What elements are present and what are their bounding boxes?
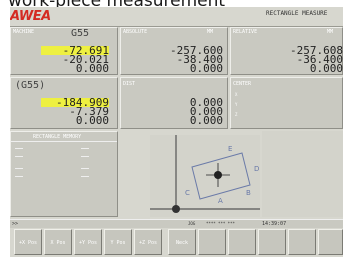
relative-position-panel: RELATIVE MM -257.608 -36.400 0.000 (230, 27, 343, 75)
rectangle-memory-panel: RECTANGLE MEMORY (10, 131, 118, 217)
absolute-unit: MM (207, 29, 214, 35)
awea-logo: AWEA (10, 9, 51, 24)
center-axis-x: X (235, 92, 238, 97)
memory-slot-7[interactable] (81, 168, 89, 169)
memory-panel-title: RECTANGLE MEMORY (33, 134, 82, 140)
memory-slot-4[interactable] (15, 176, 23, 177)
softkey-7[interactable] (198, 229, 226, 255)
machine-z-value: 0.000 (75, 62, 109, 75)
rectangle-diagram-graphic: E D C A B (150, 135, 260, 213)
softkey-10[interactable] (288, 229, 316, 255)
dist-panel-title: DIST (123, 81, 136, 87)
g55-offset-panel: (G55) -184.909 -7.379 0.000 (10, 77, 118, 129)
absolute-position-panel: ABSOLUTE MM -257.600 -38.400 0.000 (120, 27, 228, 75)
g55-z-value: 0.000 (75, 114, 109, 127)
absolute-panel-title: ABSOLUTE (123, 29, 148, 35)
softkey-1[interactable]: +X Pos (14, 229, 42, 255)
relative-panel-title: RELATIVE (233, 29, 258, 35)
center-axis-z: Z (235, 112, 238, 117)
machine-position-panel: MACHINE G55 -72.691 -20.021 0.000 (10, 27, 118, 75)
work-coord-label: G55 (71, 28, 90, 39)
clock: 14:39:07 (262, 221, 287, 227)
softkey-8[interactable] (228, 229, 256, 255)
relative-unit: MM (327, 29, 334, 35)
rectangle-diagram: E D C A B (150, 135, 260, 217)
g55-label: (G55) (15, 80, 46, 91)
diagram-label-a: A (218, 197, 223, 205)
memory-slot-6[interactable] (81, 156, 89, 157)
diagram-side-area (262, 131, 343, 217)
softkey-9[interactable] (258, 229, 286, 255)
softkey-11[interactable] (318, 229, 343, 255)
absolute-z-value: 0.000 (189, 62, 223, 75)
center-panel-title: CENTER (233, 81, 252, 87)
diagram-label-d: D (254, 165, 259, 173)
softkey-4[interactable]: Y Pos (104, 229, 132, 255)
status-bar: >> JOG **** *** *** 14:39:07 (10, 219, 343, 228)
softkey-2[interactable]: X Pos (44, 229, 72, 255)
cnc-screen: AWEA RECTANGLE MEASURE MACHINE G55 -72.6… (10, 7, 343, 257)
command-prompt[interactable]: >> (12, 221, 18, 227)
memory-slot-5[interactable] (81, 148, 89, 149)
center-axis-y: Y (235, 102, 238, 107)
relative-z-value: 0.000 (309, 62, 343, 75)
softkey-5[interactable]: +Z Pos (134, 229, 162, 255)
memory-slot-8[interactable] (81, 176, 89, 177)
diagram-label-c: C (185, 189, 190, 197)
diagram-label-e: E (228, 145, 232, 153)
memory-slot-3[interactable] (15, 168, 23, 169)
softkey-6[interactable]: Neck (168, 229, 196, 255)
memory-divider (11, 141, 117, 142)
memory-slot-2[interactable] (15, 156, 23, 157)
machine-panel-title: MACHINE (13, 29, 35, 35)
distance-panel: DIST 0.000 0.000 0.000 (120, 77, 228, 129)
softkey-3[interactable]: +Y Pos (74, 229, 102, 255)
diagram-label-b: B (246, 189, 251, 197)
memory-slot-1[interactable] (15, 148, 23, 149)
app-title: RECTANGLE MEASURE (266, 10, 328, 17)
center-panel: CENTER X Y Z (230, 77, 343, 129)
state-indicator: **** *** *** (206, 221, 235, 226)
mode-indicator: JOG (188, 221, 196, 226)
dist-z-value: 0.000 (189, 114, 223, 127)
